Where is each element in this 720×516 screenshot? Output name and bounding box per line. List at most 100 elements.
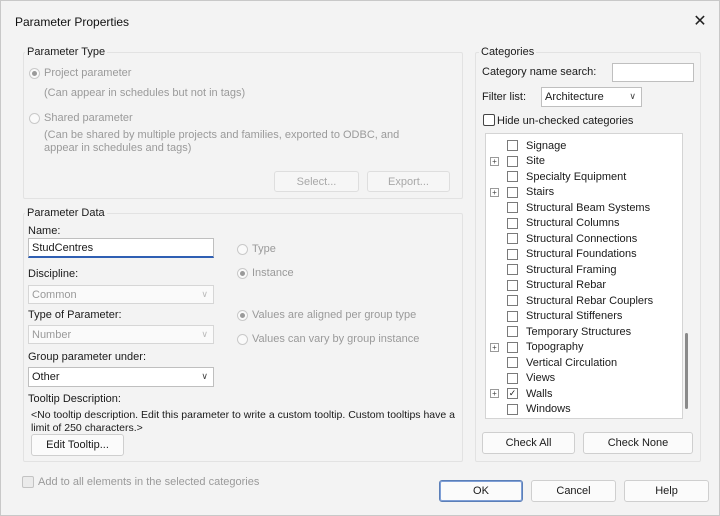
group-parameter-label: Group parameter under: bbox=[28, 351, 147, 363]
category-checkbox[interactable] bbox=[507, 233, 518, 245]
expand-plus-icon[interactable]: + bbox=[490, 342, 499, 352]
project-parameter-description: (Can appear in schedules but not in tags… bbox=[44, 87, 246, 99]
category-item-label: Views bbox=[526, 372, 556, 385]
category-item-label: Site bbox=[526, 155, 545, 168]
category-checkbox[interactable] bbox=[507, 295, 518, 307]
select-button[interactable]: Select... bbox=[274, 171, 359, 192]
chevron-down-icon: ∨ bbox=[629, 91, 636, 101]
radio-selected-icon bbox=[237, 309, 248, 321]
category-checkbox[interactable] bbox=[507, 341, 518, 353]
category-checkbox[interactable] bbox=[507, 155, 518, 167]
shared-parameter-label: Shared parameter bbox=[44, 112, 133, 124]
shared-parameter-radio[interactable]: Shared parameter bbox=[29, 112, 133, 124]
category-item[interactable]: Views bbox=[486, 371, 672, 387]
category-item[interactable]: Structural Foundations bbox=[486, 247, 672, 263]
category-checkbox[interactable]: ✓ bbox=[507, 388, 518, 400]
expand-plus-icon[interactable]: + bbox=[490, 187, 499, 197]
category-item-label: Structural Connections bbox=[526, 232, 638, 245]
values-aligned-radio[interactable]: Values are aligned per group type bbox=[237, 309, 416, 321]
export-button[interactable]: Export... bbox=[367, 171, 450, 192]
tooltip-text-line1: <No tooltip description. Edit this param… bbox=[31, 409, 455, 421]
tooltip-text-line2: limit of 250 characters.> bbox=[31, 422, 143, 431]
category-item[interactable]: Signage bbox=[486, 138, 672, 154]
filter-list-value: Architecture bbox=[545, 91, 604, 103]
expand-plus-icon[interactable]: + bbox=[490, 156, 499, 166]
radio-unselected-icon bbox=[237, 243, 248, 255]
category-checkbox[interactable] bbox=[507, 403, 518, 415]
category-item[interactable]: Structural Columns bbox=[486, 216, 672, 232]
edit-tooltip-button[interactable]: Edit Tooltip... bbox=[31, 434, 124, 456]
group-parameter-value: Other bbox=[32, 371, 60, 383]
scrollbar-thumb[interactable] bbox=[685, 333, 688, 409]
discipline-label: Discipline: bbox=[28, 268, 79, 280]
category-item-label: Structural Columns bbox=[526, 217, 620, 230]
category-item-label: Specialty Equipment bbox=[526, 170, 627, 183]
category-checkbox[interactable] bbox=[507, 171, 518, 183]
category-checkbox[interactable] bbox=[507, 248, 518, 260]
discipline-select[interactable]: Common ∨ bbox=[28, 285, 214, 304]
category-item[interactable]: Structural Stiffeners bbox=[486, 309, 672, 325]
instance-radio[interactable]: Instance bbox=[237, 267, 294, 279]
category-checkbox[interactable] bbox=[507, 186, 518, 198]
dialog-title: Parameter Properties bbox=[15, 15, 130, 29]
category-item-label: Structural Beam Systems bbox=[526, 201, 651, 214]
type-label: Type bbox=[252, 243, 276, 255]
project-parameter-radio[interactable]: Project parameter bbox=[29, 67, 131, 79]
category-item[interactable]: + ✓ Walls bbox=[486, 386, 672, 402]
help-button[interactable]: Help bbox=[624, 480, 709, 502]
category-checkbox[interactable] bbox=[507, 279, 518, 291]
type-of-parameter-select[interactable]: Number ∨ bbox=[28, 325, 214, 344]
category-item[interactable]: Structural Beam Systems bbox=[486, 200, 672, 216]
category-item[interactable]: Structural Framing bbox=[486, 262, 672, 278]
type-radio[interactable]: Type bbox=[237, 243, 276, 255]
category-search-input[interactable] bbox=[612, 63, 694, 82]
category-checkbox[interactable] bbox=[507, 326, 518, 338]
category-item-label: Walls bbox=[526, 387, 553, 400]
radio-selected-icon bbox=[29, 67, 40, 79]
category-item[interactable]: Windows bbox=[486, 402, 672, 418]
category-item[interactable]: Structural Rebar bbox=[486, 278, 672, 294]
filter-list-select[interactable]: Architecture ∨ bbox=[541, 87, 642, 107]
category-item[interactable]: Structural Connections bbox=[486, 231, 672, 247]
category-item[interactable]: + Topography bbox=[486, 340, 672, 356]
project-parameter-label: Project parameter bbox=[44, 67, 132, 79]
hide-unchecked-checkbox[interactable] bbox=[483, 114, 495, 126]
category-checkbox[interactable] bbox=[507, 217, 518, 229]
category-checkbox[interactable] bbox=[507, 264, 518, 276]
parameter-properties-dialog: Parameter Properties ✕ Parameter Type Pr… bbox=[0, 0, 720, 516]
category-item-label: Structural Framing bbox=[526, 263, 617, 276]
category-item[interactable]: Temporary Structures bbox=[486, 324, 672, 340]
category-list-scrollbar[interactable] bbox=[683, 133, 691, 419]
cancel-button[interactable]: Cancel bbox=[531, 480, 616, 502]
type-of-parameter-value: Number bbox=[32, 328, 72, 341]
ok-button[interactable]: OK bbox=[439, 480, 523, 502]
hide-unchecked-label: Hide un-checked categories bbox=[497, 115, 634, 127]
category-checkbox[interactable] bbox=[507, 357, 518, 369]
category-checkbox[interactable] bbox=[507, 310, 518, 322]
category-checkbox[interactable] bbox=[507, 372, 518, 384]
title-bar: Parameter Properties ✕ bbox=[1, 1, 719, 41]
chevron-down-icon: ∨ bbox=[201, 289, 208, 299]
expand-plus-icon[interactable]: + bbox=[490, 389, 499, 399]
add-to-all-label: Add to all elements in the selected cate… bbox=[38, 476, 260, 488]
type-of-parameter-label: Type of Parameter: bbox=[28, 309, 122, 321]
category-item[interactable]: Vertical Circulation bbox=[486, 355, 672, 371]
check-none-button[interactable]: Check None bbox=[583, 432, 693, 454]
category-list[interactable]: Signage + Site Specialty Equipment + Stairs St… bbox=[485, 133, 683, 419]
chevron-down-icon: ∨ bbox=[201, 371, 208, 381]
group-parameter-select[interactable]: Other ∨ bbox=[28, 367, 214, 387]
check-all-button[interactable]: Check All bbox=[482, 432, 575, 454]
values-vary-radio[interactable]: Values can vary by group instance bbox=[237, 333, 419, 345]
name-input[interactable]: StudCentres bbox=[28, 238, 214, 258]
close-icon[interactable]: ✕ bbox=[687, 9, 713, 35]
category-item[interactable]: + Site bbox=[486, 154, 672, 170]
radio-selected-icon bbox=[237, 267, 248, 279]
values-vary-label: Values can vary by group instance bbox=[252, 333, 420, 345]
category-checkbox[interactable] bbox=[507, 140, 518, 152]
category-item[interactable]: Specialty Equipment bbox=[486, 169, 672, 185]
add-to-all-checkbox[interactable] bbox=[22, 476, 34, 488]
category-item[interactable]: Structural Rebar Couplers bbox=[486, 293, 672, 309]
category-item[interactable]: + Stairs bbox=[486, 185, 672, 201]
category-item-label: Signage bbox=[526, 139, 567, 152]
category-checkbox[interactable] bbox=[507, 202, 518, 214]
